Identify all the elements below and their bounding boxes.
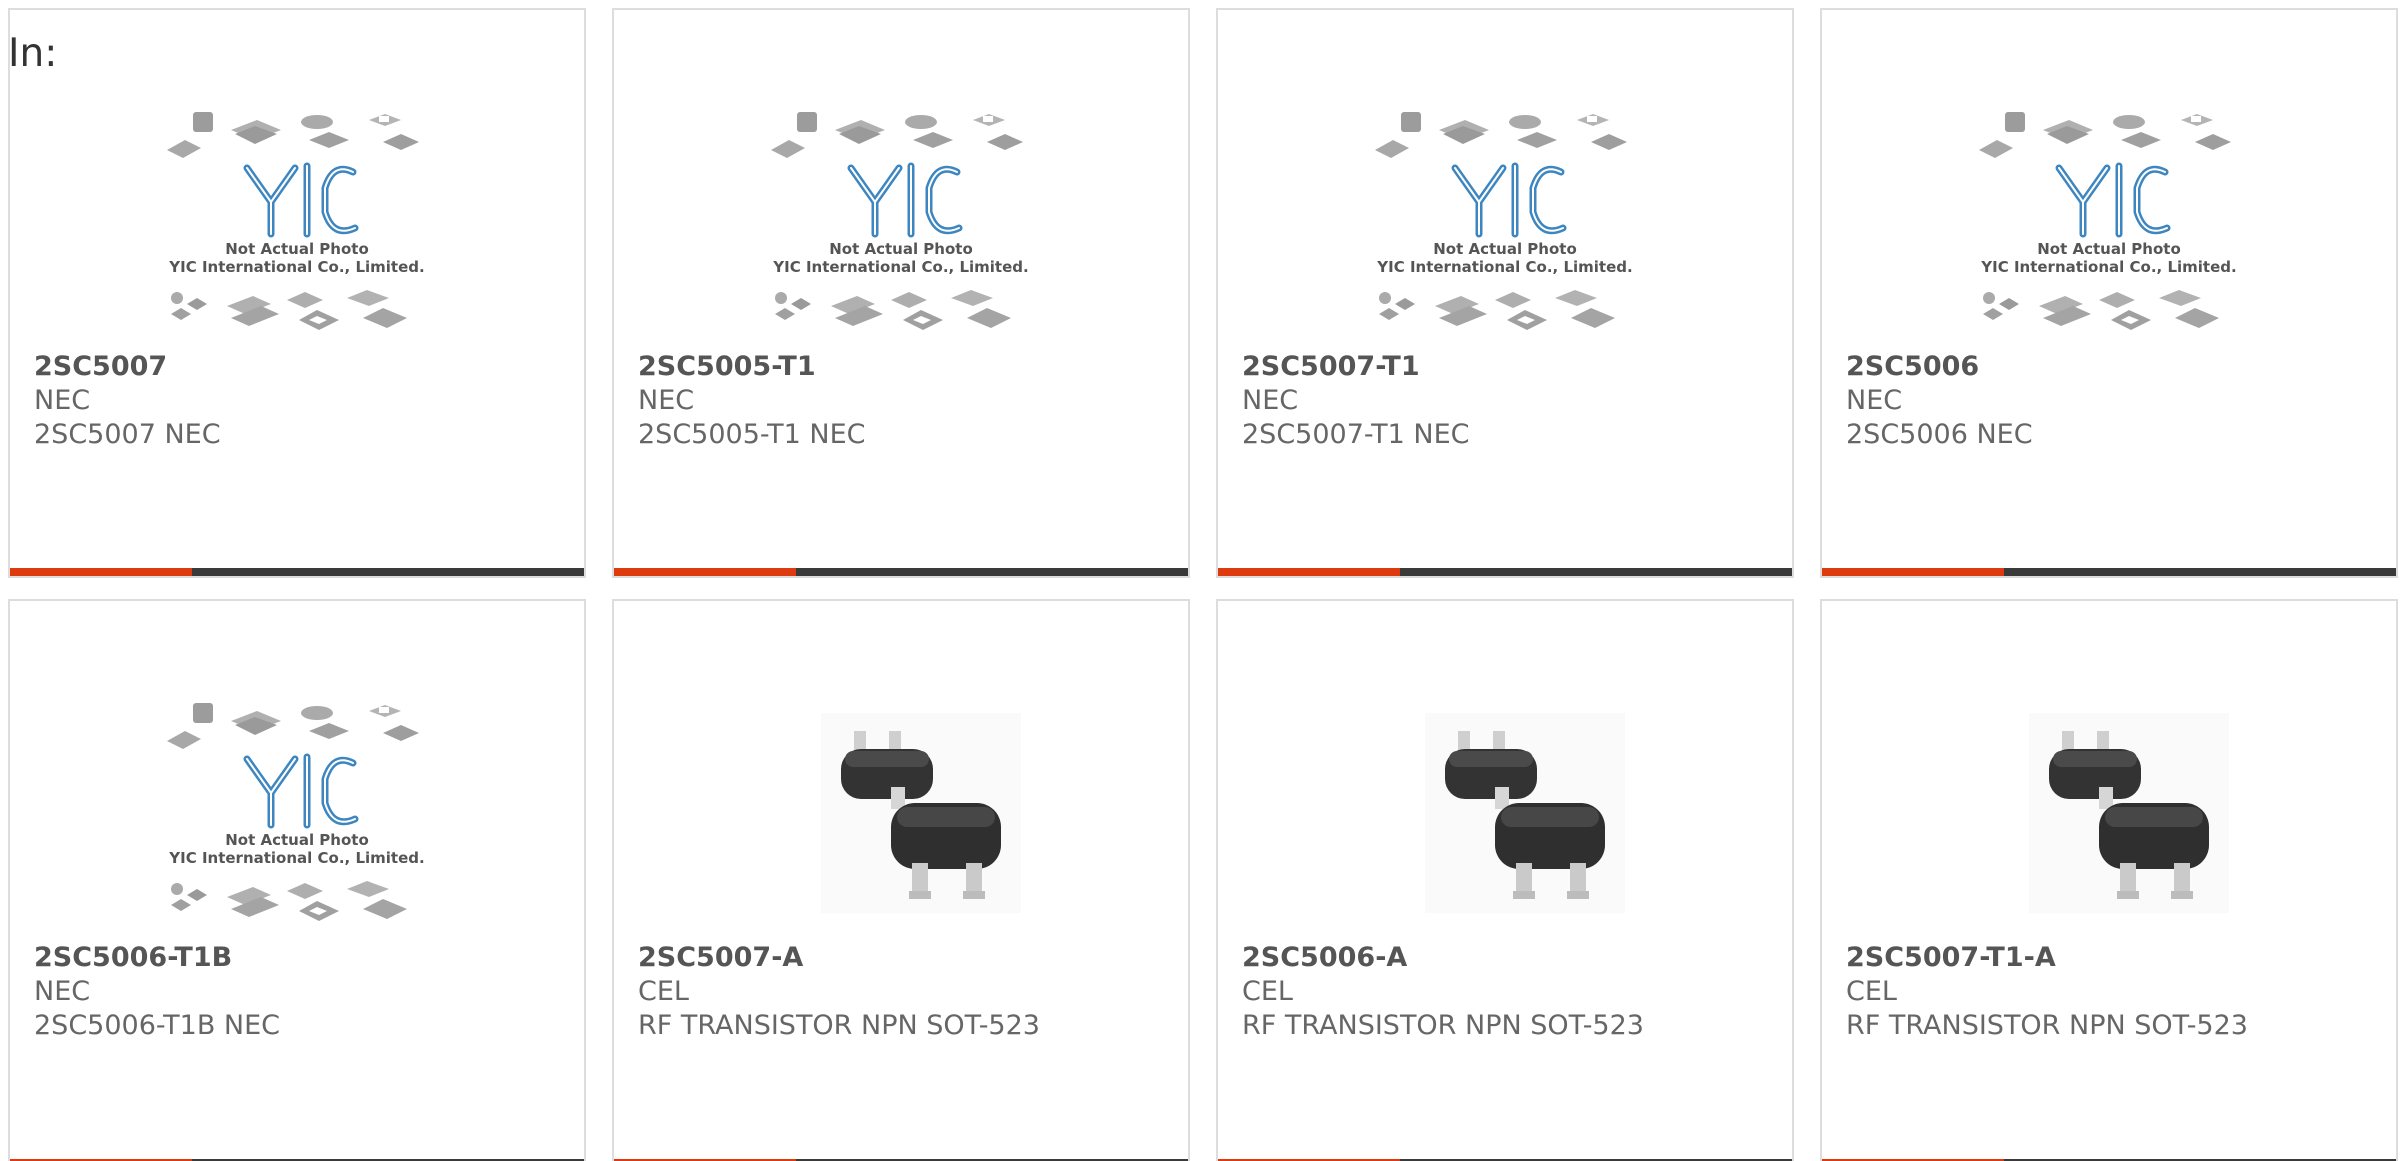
part-number-link[interactable]: 2SC5005-T1	[638, 350, 1168, 384]
manufacturer: NEC	[34, 976, 91, 1007]
card-bottom-bar	[1822, 568, 2396, 576]
chip-icons-top	[1979, 112, 2231, 158]
card-bottom-bar	[614, 568, 1188, 576]
chip-icons-top	[167, 112, 419, 158]
product-description: 2SC5006-T1B NEC	[34, 1010, 281, 1041]
product-image[interactable]: Not Actual Photo YIC International Co., …	[157, 92, 437, 342]
product-image[interactable]: Not Actual Photo YIC International Co., …	[761, 92, 1041, 342]
product-card[interactable]: Not Actual Photo YIC International Co., …	[8, 8, 586, 578]
product-image[interactable]: Not Actual Photo YIC International Co., …	[1969, 92, 2249, 342]
product-image[interactable]: Not Actual Photo YIC International Co., …	[1365, 92, 1645, 342]
chip-icons-top	[771, 112, 1023, 158]
placeholder-line2: YIC International Co., Limited.	[168, 849, 424, 867]
placeholder-photo: Not Actual Photo YIC International Co., …	[1979, 112, 2237, 330]
section-label: In:	[8, 31, 58, 76]
placeholder-line1: Not Actual Photo	[225, 240, 369, 258]
sot523-photo	[2029, 713, 2229, 913]
card-bottom-bar	[1218, 568, 1792, 576]
product-description: RF TRANSISTOR NPN SOT-523	[638, 1010, 1040, 1041]
yic-logo	[243, 753, 359, 829]
product-info: 2SC5007-A CEL RF TRANSISTOR NPN SOT-523	[638, 941, 1168, 1043]
product-info: 2SC5006-A CEL RF TRANSISTOR NPN SOT-523	[1242, 941, 1772, 1043]
product-description: 2SC5005-T1 NEC	[638, 419, 866, 450]
placeholder-line2: YIC International Co., Limited.	[1980, 258, 2236, 276]
manufacturer: NEC	[1846, 385, 1903, 416]
part-number-link[interactable]: 2SC5007-A	[638, 941, 1168, 975]
manufacturer: NEC	[638, 385, 695, 416]
product-info: 2SC5007 NEC 2SC5007 NEC	[34, 350, 564, 452]
product-card[interactable]: 2SC5007-A CEL RF TRANSISTOR NPN SOT-523	[612, 599, 1190, 1161]
product-info: 2SC5005-T1 NEC 2SC5005-T1 NEC	[638, 350, 1168, 452]
chip-icons-bottom	[1983, 290, 2219, 330]
product-card[interactable]: Not Actual Photo YIC International Co., …	[612, 8, 1190, 578]
product-card[interactable]: Not Actual Photo YIC International Co., …	[1820, 8, 2398, 578]
manufacturer: NEC	[1242, 385, 1299, 416]
product-description: RF TRANSISTOR NPN SOT-523	[1846, 1010, 2248, 1041]
card-accent-bar	[614, 568, 796, 576]
chip-icons-top	[1375, 112, 1627, 158]
card-bottom-bar	[10, 568, 584, 576]
placeholder-line1: Not Actual Photo	[829, 240, 973, 258]
product-card[interactable]: 2SC5006-A CEL RF TRANSISTOR NPN SOT-523	[1216, 599, 1794, 1161]
product-card[interactable]: Not Actual Photo YIC International Co., …	[8, 599, 586, 1161]
manufacturer: CEL	[1242, 976, 1293, 1007]
product-description: 2SC5007 NEC	[34, 419, 221, 450]
chip-icons-top	[167, 703, 419, 749]
product-info: 2SC5006 NEC 2SC5006 NEC	[1846, 350, 2376, 452]
product-listing-page: In: Not Actual Photo YIC International C…	[0, 0, 2400, 1161]
product-grid: Not Actual Photo YIC International Co., …	[8, 8, 2398, 1161]
placeholder-photo: Not Actual Photo YIC International Co., …	[771, 112, 1029, 330]
part-number-link[interactable]: 2SC5007	[34, 350, 564, 384]
product-info: 2SC5006-T1B NEC 2SC5006-T1B NEC	[34, 941, 564, 1043]
product-image[interactable]	[1969, 683, 2249, 933]
placeholder-line1: Not Actual Photo	[225, 831, 369, 849]
manufacturer: NEC	[34, 385, 91, 416]
product-description: 2SC5006 NEC	[1846, 419, 2033, 450]
part-number-link[interactable]: 2SC5007-T1-A	[1846, 941, 2376, 975]
placeholder-photo: Not Actual Photo YIC International Co., …	[167, 112, 425, 330]
yic-logo	[1451, 162, 1567, 238]
chip-icons-bottom	[171, 290, 407, 330]
sot523-photo	[1425, 713, 1625, 913]
chip-icons-bottom	[171, 881, 407, 921]
manufacturer: CEL	[638, 976, 689, 1007]
placeholder-photo: Not Actual Photo YIC International Co., …	[167, 703, 425, 921]
chip-icons-bottom	[1379, 290, 1615, 330]
placeholder-line1: Not Actual Photo	[1433, 240, 1577, 258]
product-description: 2SC5007-T1 NEC	[1242, 419, 1470, 450]
chip-icons-bottom	[775, 290, 1011, 330]
product-image[interactable]	[1365, 683, 1645, 933]
product-info: 2SC5007-T1-A CEL RF TRANSISTOR NPN SOT-523	[1846, 941, 2376, 1043]
placeholder-line2: YIC International Co., Limited.	[1376, 258, 1632, 276]
placeholder-line1: Not Actual Photo	[2037, 240, 2181, 258]
placeholder-line2: YIC International Co., Limited.	[772, 258, 1028, 276]
placeholder-photo: Not Actual Photo YIC International Co., …	[1375, 112, 1633, 330]
part-number-link[interactable]: 2SC5007-T1	[1242, 350, 1772, 384]
product-description: RF TRANSISTOR NPN SOT-523	[1242, 1010, 1644, 1041]
product-image[interactable]	[761, 683, 1041, 933]
part-number-link[interactable]: 2SC5006	[1846, 350, 2376, 384]
placeholder-line2: YIC International Co., Limited.	[168, 258, 424, 276]
yic-logo	[243, 162, 359, 238]
card-accent-bar	[1218, 568, 1400, 576]
yic-logo	[847, 162, 963, 238]
product-image[interactable]: Not Actual Photo YIC International Co., …	[157, 683, 437, 933]
manufacturer: CEL	[1846, 976, 1897, 1007]
card-accent-bar	[1822, 568, 2004, 576]
product-card[interactable]: Not Actual Photo YIC International Co., …	[1216, 8, 1794, 578]
sot523-photo	[821, 713, 1021, 913]
yic-logo	[2055, 162, 2171, 238]
card-accent-bar	[10, 568, 192, 576]
part-number-link[interactable]: 2SC5006-T1B	[34, 941, 564, 975]
product-info: 2SC5007-T1 NEC 2SC5007-T1 NEC	[1242, 350, 1772, 452]
product-card[interactable]: 2SC5007-T1-A CEL RF TRANSISTOR NPN SOT-523	[1820, 599, 2398, 1161]
part-number-link[interactable]: 2SC5006-A	[1242, 941, 1772, 975]
